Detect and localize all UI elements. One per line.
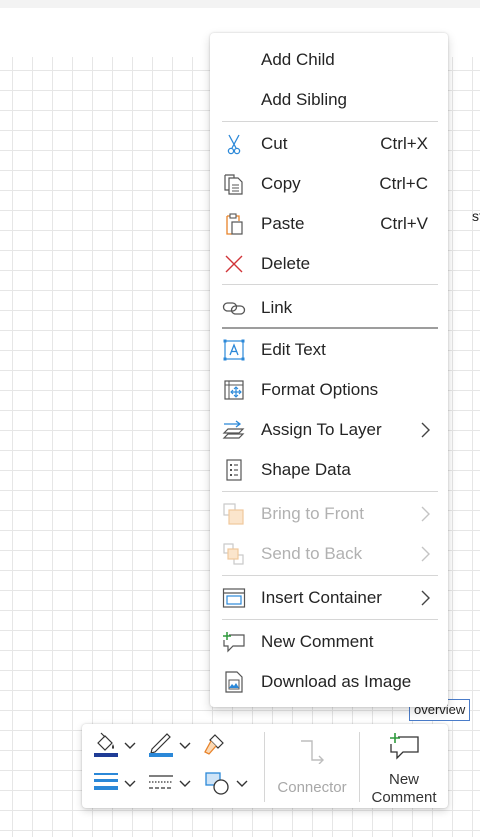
menu-item-assign-to-layer[interactable]: Assign To Layer: [210, 410, 448, 450]
shortcut-label: Ctrl+C: [379, 174, 428, 193]
menu-item-copy[interactable]: Copy Ctrl+C: [210, 164, 448, 204]
menu-item-add-child[interactable]: Add Child: [210, 40, 448, 80]
image-icon: [222, 671, 246, 693]
menu-separator: [222, 284, 438, 285]
menu-item-send-to-back[interactable]: Send to Back: [210, 534, 448, 574]
shortcut-label: Ctrl+V: [380, 214, 428, 233]
chevron-right-icon: [418, 545, 432, 563]
shortcut-label: Ctrl+X: [380, 134, 428, 153]
menu-item-link[interactable]: Link: [210, 288, 448, 328]
menu-separator: [222, 121, 438, 122]
line-style-button[interactable]: [147, 770, 195, 800]
toolbar-separator: [359, 732, 360, 802]
menu-item-format-options[interactable]: Format Options: [210, 370, 448, 410]
layers-icon: [222, 419, 246, 441]
menu-item-add-sibling[interactable]: Add Sibling: [210, 80, 448, 120]
top-bar: [0, 0, 480, 8]
chevron-down-icon: [124, 776, 136, 794]
edit-text-icon: [222, 339, 246, 361]
shape-data-icon: [222, 459, 246, 481]
new-comment-icon: [222, 631, 246, 653]
format-painter-icon: [202, 732, 228, 763]
chevron-down-icon: [179, 776, 191, 794]
link-icon: [222, 297, 246, 319]
shapes-icon: [204, 770, 232, 801]
connector-button[interactable]: Connector: [274, 728, 350, 804]
context-menu: Add Child Add Sibling Cut Ctrl+X Copy Ct…: [210, 33, 448, 707]
menu-item-label: Paste: [261, 214, 305, 233]
menu-item-label: Delete: [261, 254, 311, 273]
paste-icon: [222, 213, 246, 235]
menu-item-label: Download as Image: [261, 672, 412, 691]
shape-toolbar: Connector New Comment: [82, 724, 448, 808]
fill-bucket-icon: [92, 731, 120, 764]
chevron-down-icon: [179, 738, 191, 756]
menu-item-label: Format Options: [261, 380, 379, 399]
menu-separator: [222, 619, 438, 620]
format-options-icon: [222, 379, 246, 401]
menu-item-paste[interactable]: Paste Ctrl+V: [210, 204, 448, 244]
chevron-down-icon: [124, 738, 136, 756]
pen-icon: [147, 731, 175, 764]
connector-label: Connector: [277, 779, 347, 796]
shape-style-button[interactable]: [204, 770, 252, 800]
menu-item-new-comment[interactable]: New Comment: [210, 622, 448, 662]
new-comment-icon: [388, 732, 420, 765]
bring-to-front-icon: [222, 503, 246, 525]
menu-item-edit-text[interactable]: Edit Text: [210, 330, 448, 370]
line-weight-icon: [92, 770, 120, 801]
new-comment-button[interactable]: New Comment: [366, 728, 442, 806]
menu-item-label: Copy: [261, 174, 301, 193]
menu-item-insert-container[interactable]: Insert Container: [210, 578, 448, 618]
menu-item-label: Assign To Layer: [261, 420, 382, 439]
new-comment-label-line1: New: [388, 771, 419, 788]
menu-item-label: Send to Back: [261, 544, 363, 563]
menu-item-label: Shape Data: [261, 460, 351, 479]
menu-item-label: Link: [261, 298, 293, 317]
menu-item-cut[interactable]: Cut Ctrl+X: [210, 124, 448, 164]
delete-x-icon: [222, 253, 246, 275]
format-painter-button[interactable]: [202, 732, 230, 762]
line-color-button[interactable]: [147, 732, 195, 762]
menu-separator: [222, 491, 438, 492]
menu-item-delete[interactable]: Delete: [210, 244, 448, 284]
menu-separator: [222, 575, 438, 576]
menu-item-download-as-image[interactable]: Download as Image: [210, 662, 448, 702]
send-to-back-icon: [222, 543, 246, 565]
chevron-down-icon: [236, 776, 248, 794]
menu-separator: [222, 327, 438, 329]
canvas-shape-text[interactable]: st: [472, 208, 480, 224]
new-comment-label-line2: Comment: [371, 789, 437, 806]
copy-icon: [222, 173, 246, 195]
scissors-icon: [222, 133, 246, 155]
chevron-right-icon: [418, 505, 432, 523]
menu-item-label: Add Child: [261, 50, 335, 69]
fill-color-button[interactable]: [92, 732, 140, 762]
menu-item-label: Add Sibling: [261, 90, 348, 109]
menu-item-label: Bring to Front: [261, 504, 364, 523]
chevron-right-icon: [418, 589, 432, 607]
connector-icon: [297, 738, 327, 769]
toolbar-separator: [264, 732, 265, 802]
container-icon: [222, 587, 246, 609]
menu-item-label: Cut: [261, 134, 288, 153]
menu-item-shape-data[interactable]: Shape Data: [210, 450, 448, 490]
menu-item-label: Edit Text: [261, 340, 326, 359]
dash-style-icon: [147, 770, 175, 801]
menu-item-label: Insert Container: [261, 588, 382, 607]
line-weight-button[interactable]: [92, 770, 140, 800]
menu-item-bring-to-front[interactable]: Bring to Front: [210, 494, 448, 534]
menu-item-label: New Comment: [261, 632, 374, 651]
chevron-right-icon: [418, 421, 432, 439]
